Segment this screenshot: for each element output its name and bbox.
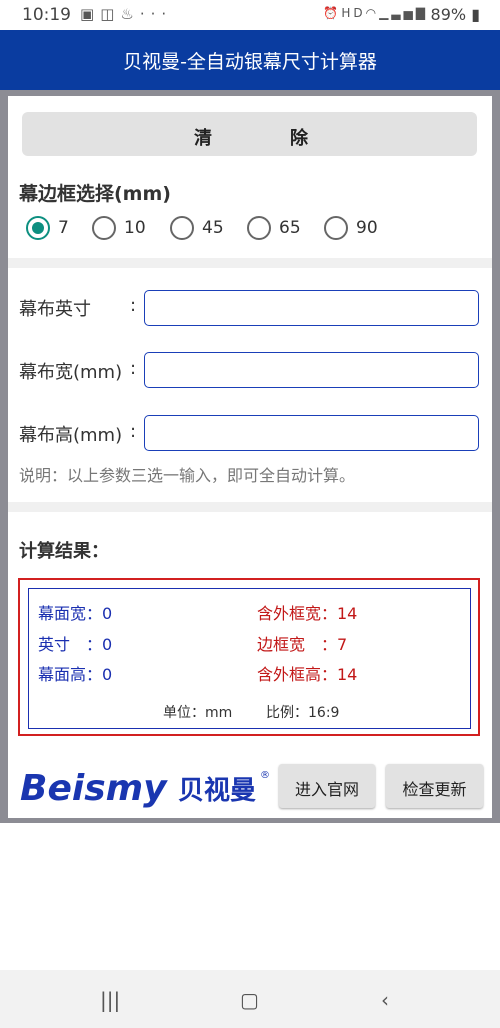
height-input[interactable] [144, 415, 479, 451]
radio-unchecked-icon [247, 216, 271, 240]
status-system-icons: ⏰HD◠▁▃▅▇ [323, 6, 428, 20]
inch-field-colon: : [130, 295, 137, 316]
result-outer-height: 含外框高：14 [257, 665, 358, 684]
result-outer-width: 含外框宽：14 [257, 604, 358, 623]
result-unit: 单位：mm [163, 705, 233, 721]
home-icon[interactable]: ▢ [240, 988, 259, 1012]
logo-brand-text: Beismy [20, 768, 168, 808]
beismy-logo: Beismy 贝视曼 ® [20, 768, 270, 808]
height-field-colon: : [130, 421, 137, 442]
frame-select-title: 幕边框选择(mm) [19, 183, 171, 205]
wifi-icon: ◠ [365, 6, 380, 20]
result-screen-width: 幕面宽：0 [38, 604, 113, 623]
frame-option-label: 65 [279, 218, 301, 238]
system-nav-bar: ||| ▢ ‹ [0, 970, 500, 1028]
frame-option-label: 45 [202, 218, 224, 238]
result-ratio: 比例：16:9 [266, 705, 340, 721]
hd-icon: HD [341, 6, 366, 20]
visit-website-button[interactable]: 进入官网 [279, 764, 375, 808]
check-update-button[interactable]: 检查更新 [386, 764, 483, 808]
radio-unchecked-icon [92, 216, 116, 240]
app-title: 贝视曼-全自动银幕尺寸计算器 [123, 51, 377, 73]
voicemail-icon: ◫ [100, 5, 121, 23]
width-field-colon: : [130, 358, 137, 379]
back-icon[interactable]: ‹ [381, 988, 389, 1012]
more-icon: ··· [139, 5, 173, 23]
battery-icon: ▮ [466, 5, 480, 24]
result-screen-height: 幕面高：0 [38, 665, 113, 684]
alarm-icon: ⏰ [323, 6, 342, 20]
check-update-label: 检查更新 [402, 780, 467, 799]
status-time: 10:19 [22, 5, 71, 25]
frame-option-label: 10 [124, 218, 146, 238]
battery-percent: 89% [430, 5, 467, 24]
frame-option-label: 7 [58, 218, 69, 238]
inch-input[interactable] [144, 290, 479, 326]
logo-chinese-text: 贝视曼 [178, 776, 256, 806]
result-inch: 英寸 ：0 [38, 635, 113, 654]
visit-website-label: 进入官网 [294, 780, 359, 799]
radio-checked-icon [26, 216, 50, 240]
frame-option-label: 90 [356, 218, 378, 238]
inch-field-label: 幕布英寸 [19, 299, 91, 320]
section-divider [8, 502, 492, 512]
radio-unchecked-icon [170, 216, 194, 240]
image-icon: ▣ [80, 5, 101, 23]
recent-apps-icon[interactable]: ||| [100, 988, 120, 1012]
signal-icon: ▁▃▅▇ [379, 6, 428, 20]
notification-icon: ♨ [120, 5, 140, 23]
logo-registered-mark: ® [260, 770, 270, 781]
radio-unchecked-icon [324, 216, 348, 240]
status-notification-icons: ▣◫♨··· [80, 5, 172, 23]
clear-button-label-1: 清 [194, 128, 212, 149]
section-divider [8, 258, 492, 268]
battery-indicator: 89% ▮ [431, 5, 480, 24]
clear-button-label-2: 除 [290, 128, 308, 149]
result-border-width: 边框宽 ：7 [257, 635, 348, 654]
status-bar: 10:19 ▣◫♨··· ⏰HD◠▁▃▅▇ 89% ▮ [0, 0, 500, 30]
width-input[interactable] [144, 352, 479, 388]
app-title-bar: 贝视曼-全自动银幕尺寸计算器 [0, 30, 500, 90]
clear-button[interactable]: 清 除 [22, 112, 477, 156]
width-field-label: 幕布宽(mm) [19, 362, 123, 383]
results-title: 计算结果： [19, 541, 109, 562]
instruction-note: 说明：以上参数三选一输入，即可全自动计算。 [19, 466, 356, 485]
height-field-label: 幕布高(mm) [19, 425, 123, 446]
